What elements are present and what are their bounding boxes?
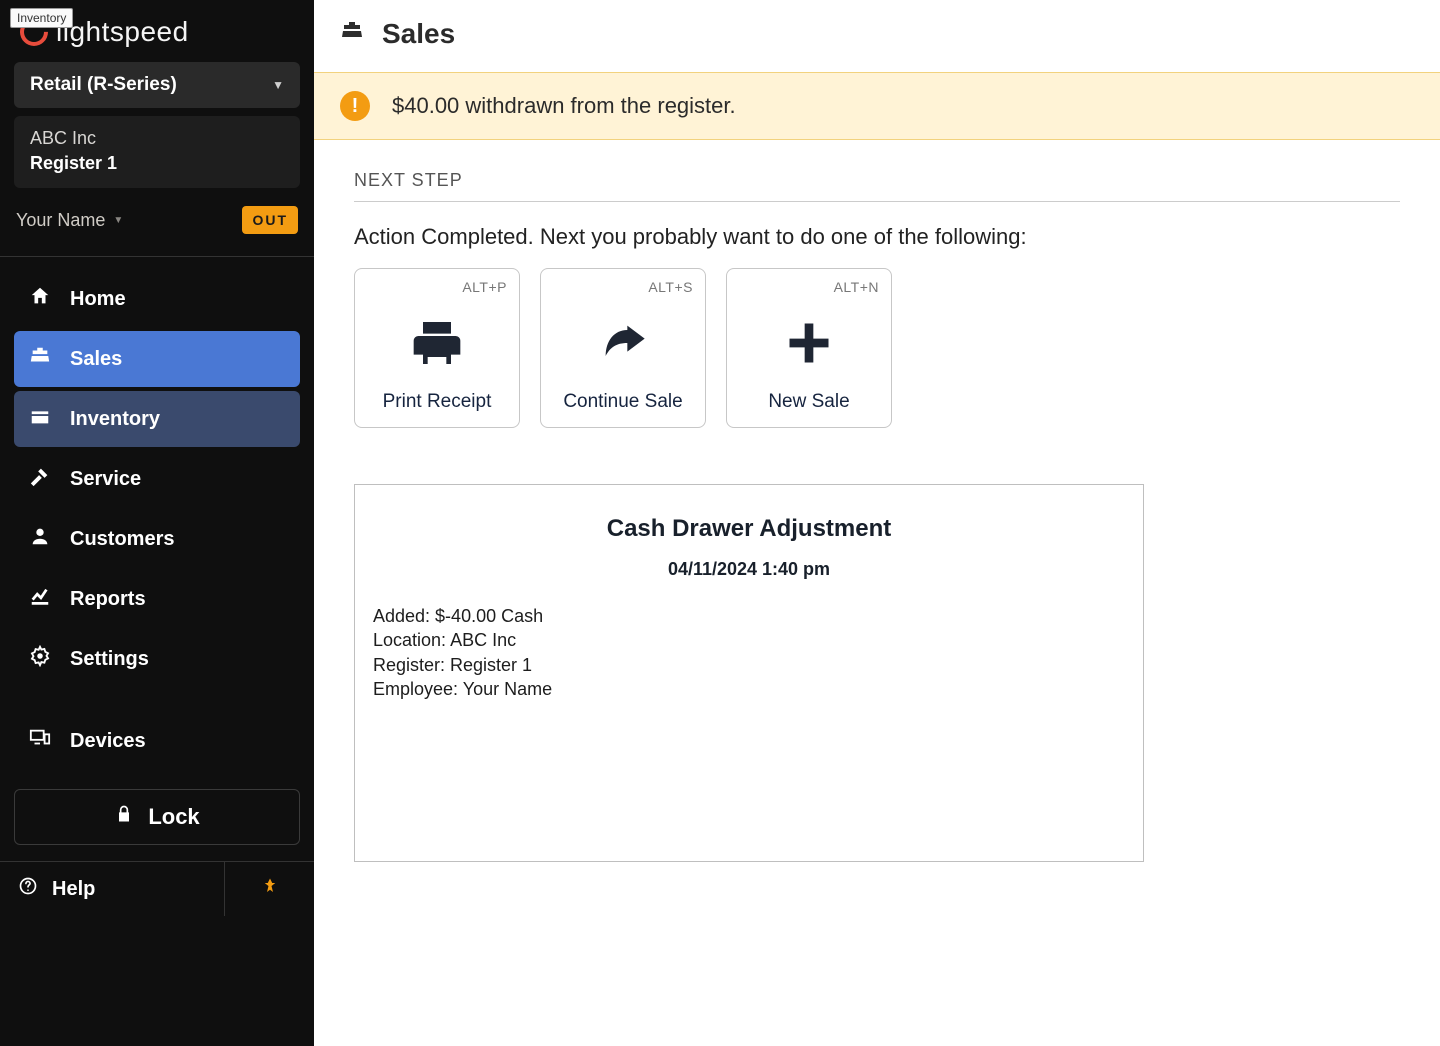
lock-label: Lock (148, 804, 199, 830)
nav-label: Sales (70, 348, 122, 371)
card-label: Continue Sale (563, 391, 682, 413)
receipt-line-register: Register: Register 1 (373, 653, 1125, 677)
nav-devices[interactable]: Devices (14, 713, 300, 769)
print-receipt-button[interactable]: ALT+P Print Receipt (354, 268, 520, 428)
main-content: Sales ! $40.00 withdrawn from the regist… (314, 0, 1440, 1046)
action-card-row: ALT+P Print Receipt ALT+S Continue Sale … (354, 268, 1400, 428)
nav-label: Devices (70, 730, 146, 753)
content: NEXT STEP Action Completed. Next you pro… (314, 140, 1440, 902)
location-block[interactable]: ABC Inc Register 1 (14, 116, 300, 188)
home-icon (28, 285, 52, 313)
receipt-lines: Added: $-40.00 Cash Location: ABC Inc Re… (373, 604, 1125, 701)
receipt-line-location: Location: ABC Inc (373, 628, 1125, 652)
spacer (14, 691, 300, 709)
nav-reports[interactable]: Reports (14, 571, 300, 627)
shortcut-label: ALT+N (834, 279, 879, 295)
help-button[interactable]: Help (0, 862, 224, 916)
location-company: ABC Inc (30, 126, 284, 151)
alert-banner: ! $40.00 withdrawn from the register. (314, 72, 1440, 140)
product-selector-label: Retail (R-Series) (30, 74, 177, 96)
user-menu[interactable]: Your Name ▼ (16, 210, 123, 231)
register-icon (340, 19, 364, 49)
user-row: Your Name ▼ OUT (14, 200, 300, 246)
nav-home[interactable]: Home (14, 271, 300, 327)
page-header: Sales (314, 0, 1440, 72)
sidebar: Inventory lightspeed Retail (R-Series) ▼… (0, 0, 314, 1046)
help-icon (18, 876, 38, 902)
nav-label: Service (70, 468, 141, 491)
continue-sale-button[interactable]: ALT+S Continue Sale (540, 268, 706, 428)
share-arrow-icon (593, 295, 653, 391)
footer-bar: Help (0, 861, 314, 916)
product-selector[interactable]: Retail (R-Series) ▼ (14, 62, 300, 108)
devices-icon (28, 727, 52, 755)
nav-inventory[interactable]: Inventory (14, 391, 300, 447)
page-title: Sales (382, 18, 455, 50)
plus-icon (783, 295, 835, 391)
nav-service[interactable]: Service (14, 451, 300, 507)
nav-label: Inventory (70, 408, 160, 431)
nav-settings[interactable]: Settings (14, 631, 300, 687)
app-root: Inventory lightspeed Retail (R-Series) ▼… (0, 0, 1440, 1046)
receipt-preview: Cash Drawer Adjustment 04/11/2024 1:40 p… (354, 484, 1144, 862)
printer-icon (409, 295, 465, 391)
nav-label: Customers (70, 528, 174, 551)
nav-label: Home (70, 288, 126, 311)
receipt-line-added: Added: $-40.00 Cash (373, 604, 1125, 628)
main-nav: Home Sales Inventory Service (0, 265, 314, 769)
nav-customers[interactable]: Customers (14, 511, 300, 567)
nav-label: Settings (70, 648, 149, 671)
brand-name: lightspeed (56, 16, 189, 48)
shortcut-label: ALT+S (648, 279, 693, 295)
user-name-label: Your Name (16, 210, 105, 231)
card-label: New Sale (768, 391, 849, 413)
warning-icon: ! (340, 91, 370, 121)
receipt-title: Cash Drawer Adjustment (373, 515, 1125, 543)
divider (0, 256, 314, 257)
receipt-line-employee: Employee: Your Name (373, 677, 1125, 701)
help-label: Help (52, 878, 95, 901)
pin-icon (261, 877, 279, 901)
receipt-datetime: 04/11/2024 1:40 pm (373, 559, 1125, 580)
pin-button[interactable] (224, 862, 314, 916)
action-prompt: Action Completed. Next you probably want… (354, 224, 1400, 250)
shortcut-label: ALT+P (462, 279, 507, 295)
alert-text: $40.00 withdrawn from the register. (392, 93, 736, 119)
location-register: Register 1 (30, 151, 284, 176)
register-icon (28, 345, 52, 373)
lock-icon (114, 804, 134, 830)
caret-down-icon: ▼ (272, 78, 284, 92)
tooltip-inventory: Inventory (10, 8, 73, 28)
lock-button[interactable]: Lock (14, 789, 300, 845)
box-icon (28, 405, 52, 433)
nav-sales[interactable]: Sales (14, 331, 300, 387)
hammer-icon (28, 465, 52, 493)
clock-out-button[interactable]: OUT (242, 206, 298, 234)
nav-label: Reports (70, 588, 146, 611)
caret-down-icon: ▼ (113, 215, 123, 226)
next-step-heading: NEXT STEP (354, 170, 1400, 202)
user-icon (28, 525, 52, 553)
card-label: Print Receipt (383, 391, 492, 413)
new-sale-button[interactable]: ALT+N New Sale (726, 268, 892, 428)
gear-icon (28, 645, 52, 673)
chart-icon (28, 585, 52, 613)
